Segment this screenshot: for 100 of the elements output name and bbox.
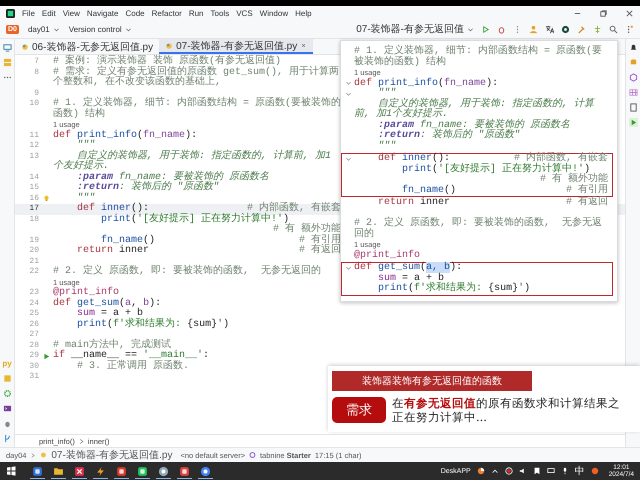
line-number: 11 — [28, 130, 39, 141]
caret-down-icon[interactable] — [52, 26, 60, 32]
code-line: print(f'求和结果为: {sum}') — [377, 284, 530, 294]
hexagon-icon[interactable] — [628, 73, 638, 82]
chevron-right-icon — [78, 438, 85, 444]
menu-item[interactable]: Code — [125, 8, 145, 18]
line-number: 22 — [28, 267, 39, 278]
code-line: 自定义的装饰器, 用于装饰: 指定函数的, 计算前, 加1个友好提示. — [53, 152, 332, 172]
menu-item[interactable]: Refactor — [152, 8, 182, 18]
browser-app-icon[interactable] — [200, 466, 211, 476]
slide-title: 装饰器装饰有参无返回值的函数 — [332, 371, 532, 391]
line-number: 28 — [28, 340, 39, 351]
menu-item[interactable]: View — [62, 8, 80, 18]
code-comment: # 有 额外功能 — [272, 225, 341, 235]
run-icon[interactable] — [628, 118, 638, 127]
line-number: 9 — [33, 88, 39, 99]
close-icon[interactable] — [625, 8, 634, 18]
branch-icon[interactable] — [2, 434, 12, 443]
translate-icon[interactable] — [545, 24, 554, 34]
windows-logo-icon[interactable] — [6, 466, 16, 476]
code-line: return inner — [377, 198, 450, 208]
menu-item[interactable]: Tools — [210, 8, 230, 18]
code-line: """ — [76, 194, 96, 204]
code-line: # 3. 正常调用 原函数. — [76, 362, 190, 372]
line-number: 29 — [28, 351, 39, 362]
fold-chevron-icon[interactable] — [344, 264, 352, 272]
line-number: 17 — [28, 204, 39, 214]
close-icon[interactable] — [300, 42, 308, 49]
code-comment: # 内部函数, 有嵌套 — [246, 204, 341, 214]
code-line: :return: 装饰后的 "原函数" — [76, 183, 220, 193]
pie-chart-icon[interactable] — [476, 467, 485, 475]
monitor-icon[interactable] — [546, 467, 555, 475]
line-number: 14 — [28, 172, 39, 183]
run-icon[interactable] — [42, 352, 50, 360]
code-line: @print_info — [354, 250, 420, 261]
menu-item[interactable]: Window — [260, 8, 288, 18]
line-number: 23 — [28, 288, 39, 298]
code-line: # 2. 定义 原函数, 即: 要被装饰的函数, 无参无返回的 — [354, 219, 604, 240]
cross-app-icon[interactable] — [74, 466, 85, 476]
bell-icon[interactable] — [628, 43, 638, 52]
file-tab[interactable]: 07-装饰器-有参无返回值.py — [159, 39, 314, 54]
document-icon[interactable] — [628, 103, 638, 112]
menu-item[interactable]: File — [22, 8, 35, 18]
code-line: def get_sum(a, b): — [53, 298, 162, 308]
code-line: print('[友好提示] 正在努力计算中!') — [100, 214, 290, 224]
line-number: 27 — [28, 330, 39, 340]
restore-icon[interactable] — [599, 8, 608, 18]
line-number: 16 — [28, 194, 39, 204]
bookmark-icon[interactable] — [532, 467, 541, 475]
code-line: """ — [76, 141, 96, 151]
lightbulb-icon[interactable] — [42, 195, 50, 202]
chevron-up-icon[interactable] — [490, 467, 499, 475]
line-number: 30 — [28, 362, 39, 372]
caret-down-icon[interactable] — [467, 26, 474, 32]
code-comment: # 有返回 — [566, 198, 608, 208]
code-line: print(f'求和结果为: {sum}') — [76, 320, 230, 330]
line-number: 31 — [28, 372, 39, 382]
code-comment: # 有引用 — [566, 186, 608, 196]
code-comment: # 有返回 — [298, 246, 341, 256]
code-line: def print_info(fn_name): — [53, 130, 198, 140]
settings-icon[interactable] — [625, 24, 634, 34]
disc-app-icon[interactable] — [158, 466, 169, 476]
run-config-selector[interactable]: 07-装饰器-有参无返回值 — [354, 21, 466, 37]
code-line: """ — [377, 142, 396, 152]
code-line: :return: 装饰后的 "原函数" — [377, 131, 520, 141]
code-line: # 1. 定义装饰器, 细节: 内部函数结构 = 原函数(要被装饰的函数) 结构 — [53, 99, 341, 120]
menu-item[interactable]: Run — [188, 8, 204, 18]
path-segment[interactable]: 07-装饰器-有参无返回值.py — [51, 448, 172, 462]
menu-item[interactable]: Help — [295, 8, 312, 18]
speaker-icon[interactable] — [518, 467, 527, 475]
search-icon[interactable] — [609, 24, 618, 34]
menu-item[interactable]: Edit — [42, 8, 56, 18]
line-number: 8 — [33, 68, 39, 78]
circle-icon[interactable] — [561, 24, 570, 34]
code-line: fn_name() — [101, 236, 156, 246]
menu-item[interactable]: VCS — [236, 8, 253, 18]
code-line: # 1. 定义装饰器, 细节: 内部函数结构 = 原函数(要被装饰的函数) 结构 — [354, 47, 604, 68]
code-line: sum = a + b — [76, 309, 144, 319]
code-line: if __name__ == '__main__': — [53, 351, 210, 361]
input-method-indicator[interactable]: 中 — [574, 464, 585, 478]
app-logo-icon[interactable] — [6, 8, 15, 18]
line-number: 25 — [28, 309, 39, 320]
file-tab[interactable]: 06-装饰器-无参无返回值.py — [15, 39, 160, 54]
record-icon[interactable] — [504, 467, 513, 475]
menu-item[interactable]: Navigate — [86, 8, 118, 18]
folder-app-icon[interactable] — [53, 466, 64, 476]
vcs-selector[interactable]: Version control — [66, 24, 124, 34]
code-comment: # 有 额外功能 — [540, 175, 608, 185]
line-number: 7 — [33, 57, 39, 68]
bolt-app-icon[interactable] — [95, 466, 106, 476]
run-icon[interactable] — [481, 24, 490, 34]
code-line: def inner(): — [76, 204, 150, 214]
terminal-icon[interactable] — [2, 404, 12, 413]
line-number: 19 — [28, 236, 39, 246]
fold-chevron-icon[interactable] — [344, 156, 352, 163]
code-line: # main方法中, 完成测试 — [53, 340, 172, 350]
caret-down-icon[interactable] — [124, 26, 132, 32]
line-number: 15 — [28, 183, 39, 194]
grid-icon[interactable] — [628, 88, 638, 97]
project-selector[interactable]: day01 — [26, 24, 52, 34]
